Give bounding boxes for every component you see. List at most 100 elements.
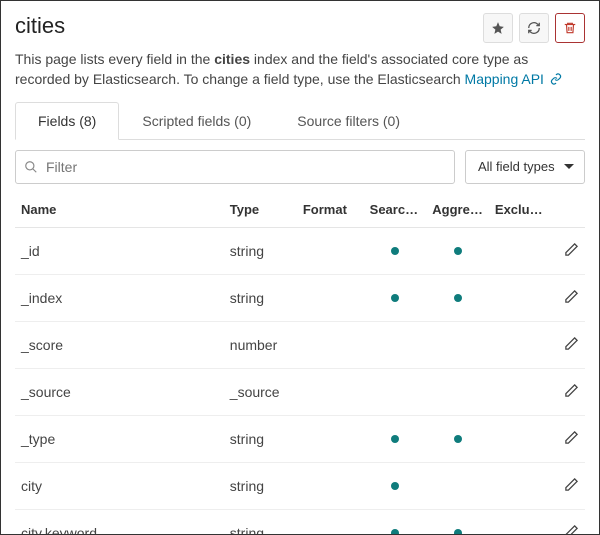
filter-input[interactable]: [44, 158, 446, 176]
field-excluded: [489, 368, 550, 415]
field-searchable: [364, 462, 427, 509]
field-type-select-label: All field types: [478, 159, 555, 174]
col-searchable[interactable]: Search...: [364, 192, 427, 228]
field-aggregatable: [426, 274, 489, 321]
tab-fields[interactable]: Fields (8): [15, 102, 119, 140]
link-icon: [550, 70, 562, 90]
field-excluded: [489, 462, 550, 509]
tab-source-filters[interactable]: Source filters (0): [274, 102, 423, 140]
page-title: cities: [15, 13, 65, 39]
edit-field-button[interactable]: [549, 227, 585, 274]
col-name[interactable]: Name: [15, 192, 224, 228]
dot-icon: [391, 247, 399, 255]
header: cities: [15, 11, 585, 45]
table-row: _source_source: [15, 368, 585, 415]
trash-icon: [563, 21, 577, 35]
pencil-icon: [564, 430, 579, 445]
col-aggregatable[interactable]: Aggreg...: [426, 192, 489, 228]
col-format[interactable]: Format: [297, 192, 364, 228]
field-type: _source: [224, 368, 297, 415]
edit-field-button[interactable]: [549, 415, 585, 462]
table-row: _scorenumber: [15, 321, 585, 368]
index-pattern-page: cities This page lists every field in th…: [0, 0, 600, 535]
dot-icon: [454, 247, 462, 255]
pencil-icon: [564, 383, 579, 398]
desc-pre: This page lists every field in the: [15, 51, 214, 67]
edit-field-button[interactable]: [549, 462, 585, 509]
filter-input-wrap[interactable]: [15, 150, 455, 184]
field-name: _score: [15, 321, 224, 368]
col-type[interactable]: Type: [224, 192, 297, 228]
field-format: [297, 415, 364, 462]
pencil-icon: [564, 524, 579, 535]
table-row: city.keywordstring: [15, 509, 585, 535]
table-row: _idstring: [15, 227, 585, 274]
edit-field-button[interactable]: [549, 321, 585, 368]
search-icon: [24, 160, 38, 174]
field-searchable: [364, 321, 427, 368]
pencil-icon: [564, 242, 579, 257]
pencil-icon: [564, 289, 579, 304]
field-aggregatable: [426, 415, 489, 462]
star-icon: [491, 21, 505, 35]
field-type: string: [224, 462, 297, 509]
field-excluded: [489, 227, 550, 274]
table-header-row: Name Type Format Search... Aggreg... Exc…: [15, 192, 585, 228]
field-excluded: [489, 321, 550, 368]
field-format: [297, 368, 364, 415]
col-edit: [549, 192, 585, 228]
edit-field-button[interactable]: [549, 274, 585, 321]
chevron-down-icon: [564, 164, 574, 169]
field-type: string: [224, 509, 297, 535]
field-excluded: [489, 415, 550, 462]
field-type: string: [224, 274, 297, 321]
mapping-api-link[interactable]: Mapping API: [465, 71, 544, 87]
table-row: _typestring: [15, 415, 585, 462]
field-format: [297, 509, 364, 535]
field-name: _type: [15, 415, 224, 462]
field-format: [297, 462, 364, 509]
dot-icon: [391, 482, 399, 490]
refresh-icon: [527, 21, 541, 35]
fields-table: Name Type Format Search... Aggreg... Exc…: [15, 192, 585, 535]
field-name: city.keyword: [15, 509, 224, 535]
field-searchable: [364, 227, 427, 274]
field-type: string: [224, 227, 297, 274]
delete-button[interactable]: [555, 13, 585, 43]
field-name: city: [15, 462, 224, 509]
tabs: Fields (8) Scripted fields (0) Source fi…: [15, 101, 585, 140]
dot-icon: [454, 435, 462, 443]
dot-icon: [454, 529, 462, 535]
field-type-select[interactable]: All field types: [465, 150, 585, 184]
field-type: number: [224, 321, 297, 368]
field-format: [297, 274, 364, 321]
table-row: _indexstring: [15, 274, 585, 321]
edit-field-button[interactable]: [549, 509, 585, 535]
field-name: _index: [15, 274, 224, 321]
field-excluded: [489, 509, 550, 535]
field-searchable: [364, 274, 427, 321]
edit-field-button[interactable]: [549, 368, 585, 415]
field-type: string: [224, 415, 297, 462]
field-aggregatable: [426, 462, 489, 509]
filter-row: All field types: [15, 150, 585, 184]
tab-scripted-fields[interactable]: Scripted fields (0): [119, 102, 274, 140]
refresh-button[interactable]: [519, 13, 549, 43]
page-description: This page lists every field in the citie…: [15, 49, 585, 91]
field-searchable: [364, 415, 427, 462]
dot-icon: [391, 529, 399, 535]
table-row: citystring: [15, 462, 585, 509]
field-format: [297, 227, 364, 274]
pencil-icon: [564, 336, 579, 351]
col-excluded[interactable]: Exclud...: [489, 192, 550, 228]
dot-icon: [454, 294, 462, 302]
field-format: [297, 321, 364, 368]
field-excluded: [489, 274, 550, 321]
field-searchable: [364, 368, 427, 415]
field-name: _id: [15, 227, 224, 274]
set-default-button[interactable]: [483, 13, 513, 43]
pencil-icon: [564, 477, 579, 492]
field-searchable: [364, 509, 427, 535]
desc-index-name: cities: [214, 51, 250, 67]
field-aggregatable: [426, 368, 489, 415]
